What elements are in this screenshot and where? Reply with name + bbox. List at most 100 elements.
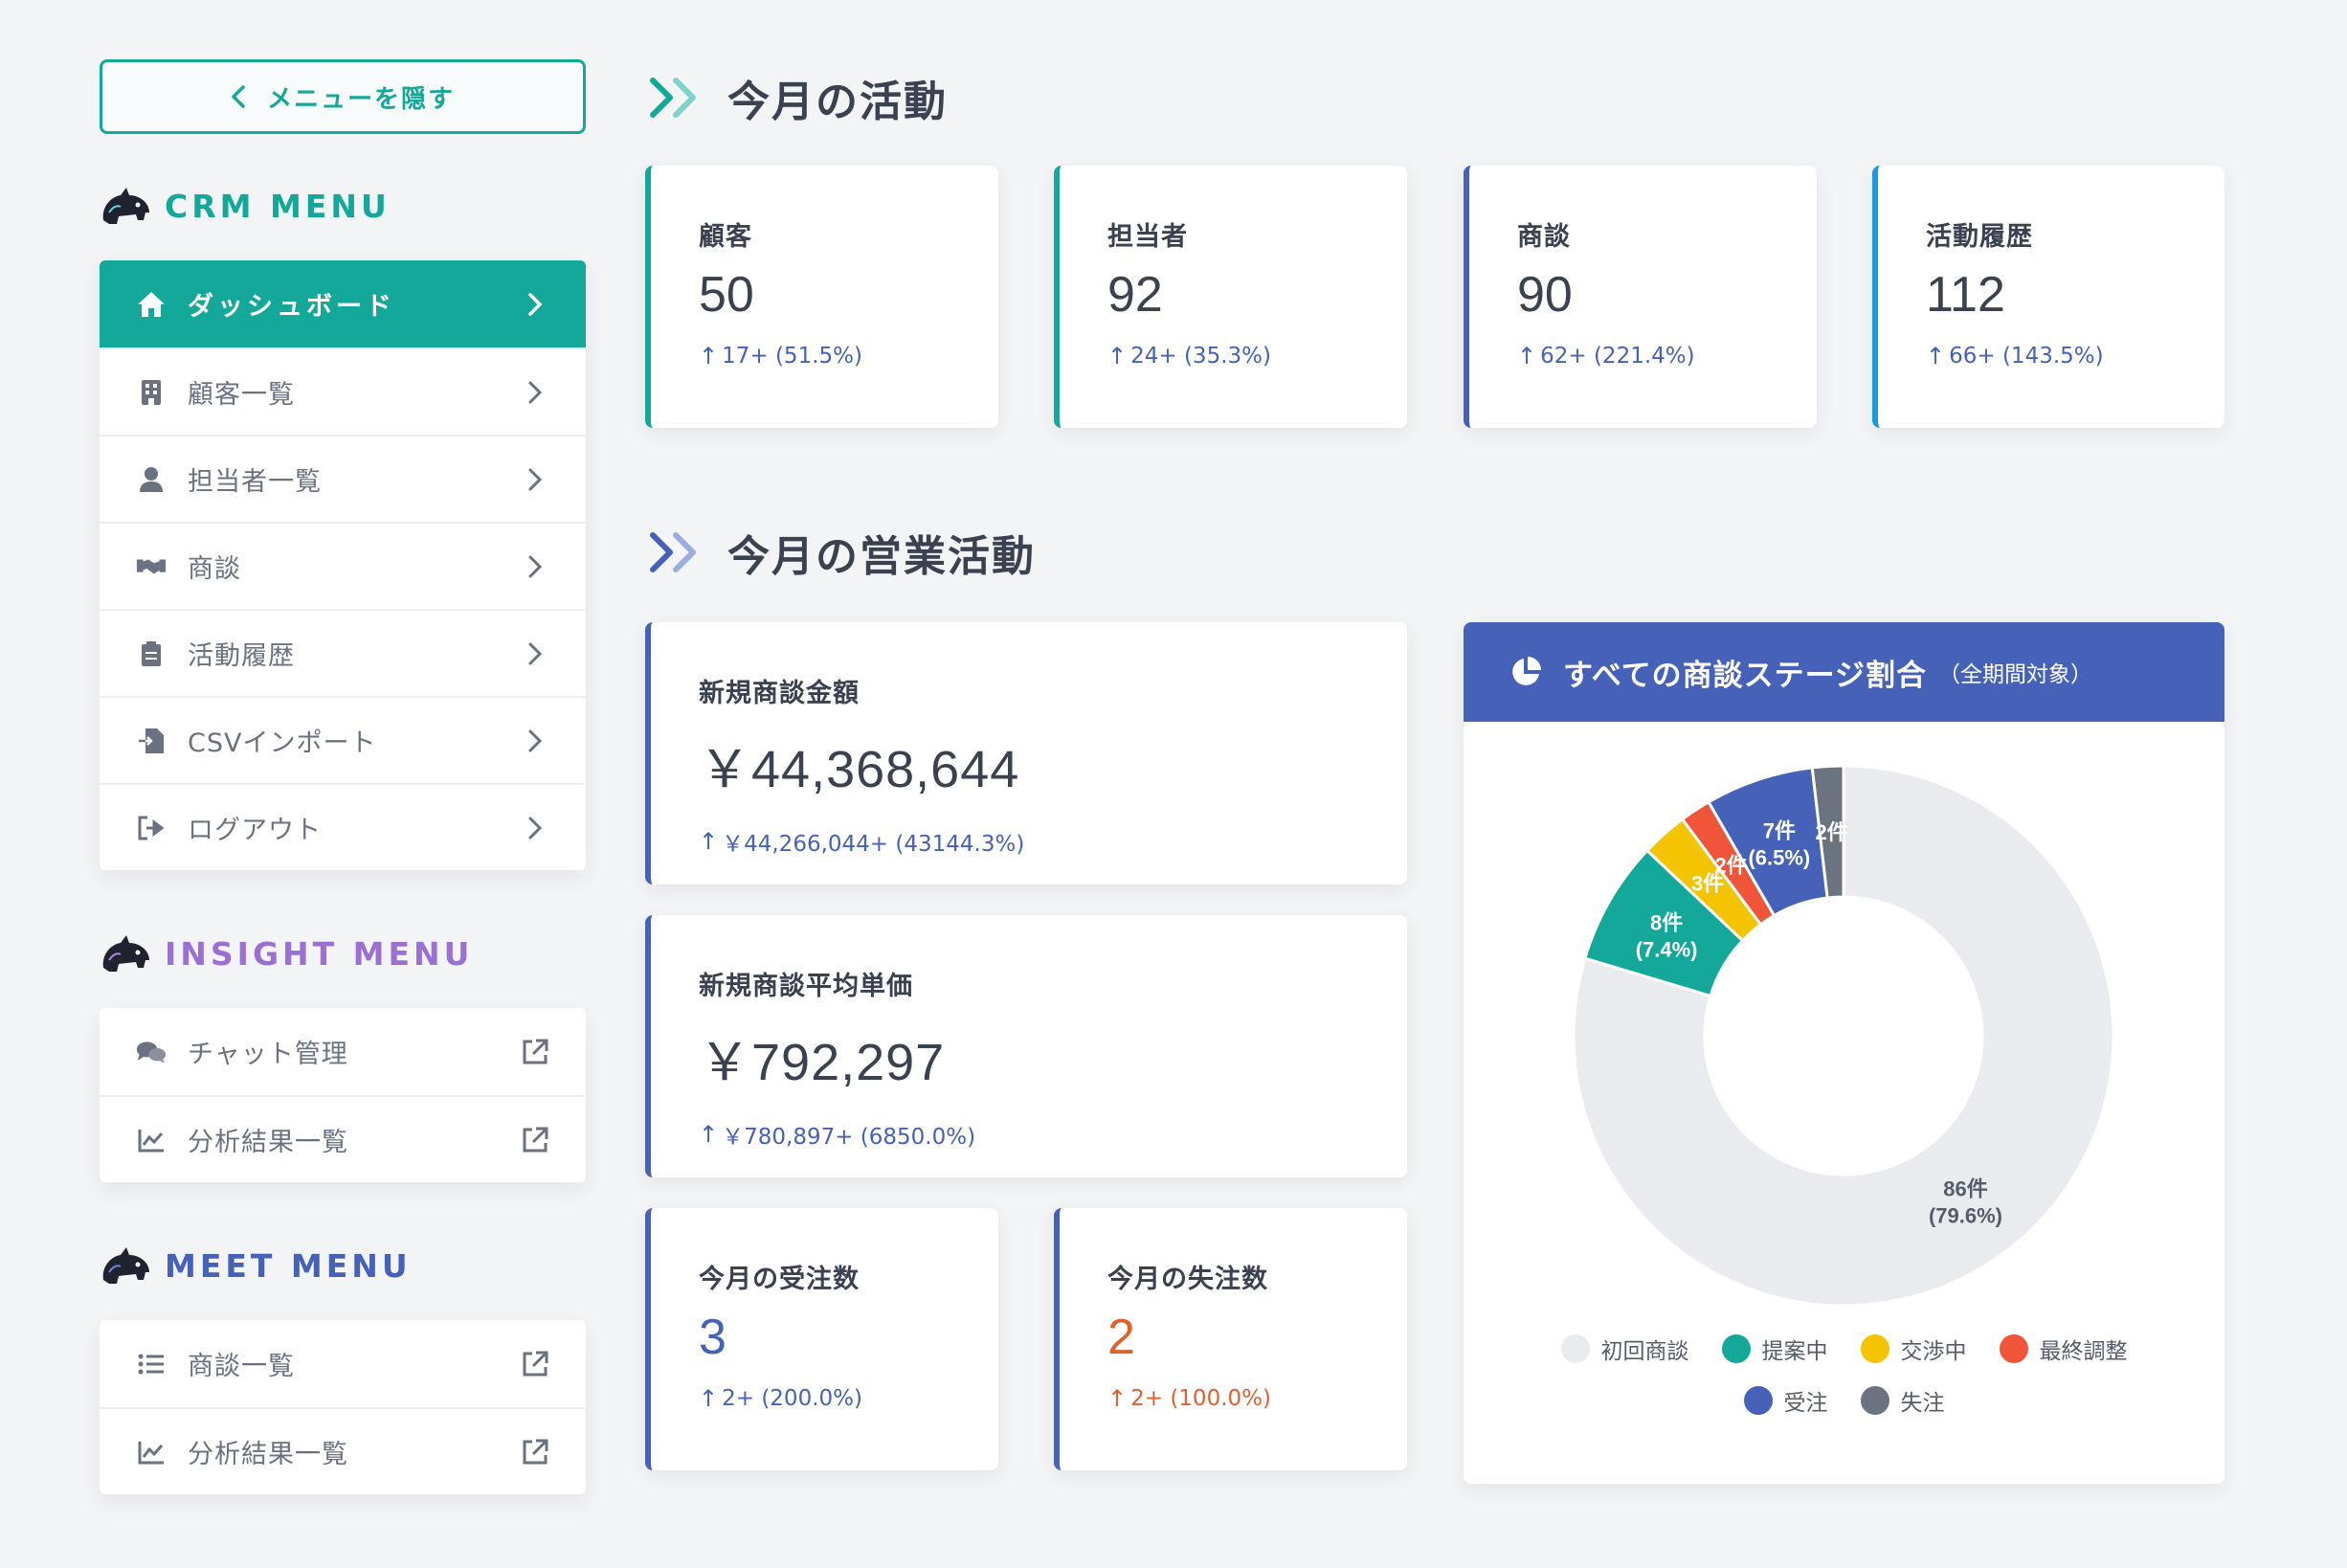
sidebar-item-label: 活動履歴 <box>188 641 295 671</box>
stat-card-deals: 商談 90 ↑ 62+ (221.4%) <box>1464 166 1817 428</box>
meet-menu-heading: MEET MENU <box>100 1243 586 1288</box>
slice-label-3: 2件 <box>1715 854 1748 878</box>
legend-label: 初回商談 <box>1600 1339 1689 1364</box>
sidebar-item-customers[interactable]: 顧客一覧 <box>100 347 586 435</box>
arrow-up-icon: ↑ <box>1926 343 1946 370</box>
arrow-up-icon: ↑ <box>1107 1385 1128 1412</box>
legend-item[interactable]: 受注 <box>1743 1384 1828 1417</box>
external-link-icon <box>521 1438 549 1467</box>
stat-delta-text: 2+ (200.0%) <box>722 1386 862 1411</box>
chevron-right-icon <box>521 814 549 842</box>
legend-swatch <box>1860 1386 1889 1415</box>
arrow-up-icon: ↑ <box>1107 343 1128 370</box>
sidebar: メニューを隠す CRM MENU ダッシュボード 顧客一覧 担当者一覧 商談 活… <box>100 59 586 1494</box>
chevron-right-icon <box>521 465 549 494</box>
legend-item[interactable]: 初回商談 <box>1560 1333 1689 1365</box>
external-link-icon <box>521 1350 549 1378</box>
stat-value: 3 <box>699 1310 726 1365</box>
stat-value: ￥792,297 <box>699 1034 946 1091</box>
stat-card-new-deal-amount: 新規商談金額 ￥44,368,644 ↑ ￥44,266,044+ (43144.… <box>645 622 1407 885</box>
chevron-right-icon <box>521 552 549 581</box>
legend-item[interactable]: 失注 <box>1860 1384 1945 1417</box>
stat-label: 担当者 <box>1107 222 1188 252</box>
legend-swatch <box>1860 1334 1889 1363</box>
chat-icon <box>136 1037 167 1067</box>
stat-delta: ↑ 66+ (143.5%) <box>1926 343 2224 370</box>
sidebar-item-deals[interactable]: 商談 <box>100 522 586 609</box>
legend-swatch <box>1721 1334 1751 1363</box>
legend-label: 最終調整 <box>2039 1339 2128 1364</box>
chart-title: すべての商談ステージ割合 <box>1563 658 1927 693</box>
stat-delta-text: 66+ (143.5%) <box>1949 344 2104 369</box>
stat-delta: ↑ 62+ (221.4%) <box>1517 343 1817 370</box>
sidebar-item-activity-history[interactable]: 活動履歴 <box>100 609 586 696</box>
meet-menu-heading-text: MEET MENU <box>165 1246 412 1285</box>
building-icon <box>136 377 167 408</box>
stat-value: ￥44,368,644 <box>699 741 1020 798</box>
meet-menu: 商談一覧 分析結果一覧 <box>100 1320 586 1494</box>
chart-subtitle: （全期間対象） <box>1937 662 2092 687</box>
stat-delta-text: ￥44,266,044+ (43144.3%) <box>722 832 1025 857</box>
arrow-up-icon: ↑ <box>699 1385 719 1412</box>
chevron-right-icon <box>521 727 549 755</box>
stat-delta-text: 2+ (100.0%) <box>1130 1386 1271 1411</box>
crm-menu-heading: CRM MENU <box>100 184 586 228</box>
line-chart-icon <box>136 1125 167 1155</box>
legend-swatch <box>1999 1334 2028 1363</box>
insight-menu-heading: INSIGHT MENU <box>100 931 586 975</box>
sidebar-item-label: 顧客一覧 <box>188 380 295 410</box>
sidebar-item-label: 商談 <box>188 554 241 584</box>
stat-delta: ↑ ￥780,897+ (6850.0%) <box>699 1118 1407 1151</box>
stat-label: 今月の受注数 <box>699 1265 860 1294</box>
stat-card-lost-count: 今月の失注数 2 ↑ 2+ (100.0%) <box>1054 1208 1407 1470</box>
double-chevron-icon <box>650 532 696 572</box>
hide-menu-label: メニューを隠す <box>266 84 455 114</box>
sidebar-item-csv-import[interactable]: CSVインポート <box>100 696 586 783</box>
slice-percent-0: (79.6%) <box>1929 1203 2002 1227</box>
stat-label: 今月の失注数 <box>1107 1265 1268 1294</box>
stat-card-avg-unit-price: 新規商談平均単価 ￥792,297 ↑ ￥780,897+ (6850.0%) <box>645 915 1407 1177</box>
chart-header: すべての商談ステージ割合 （全期間対象） <box>1464 622 2224 722</box>
stat-value: 2 <box>1107 1310 1135 1365</box>
deal-stage-chart-card: すべての商談ステージ割合 （全期間対象） 86件 (79.6%) 8件 (7.4%) 3… <box>1464 622 2224 1484</box>
sidebar-item-deal-list[interactable]: 商談一覧 <box>100 1320 586 1407</box>
hide-menu-button[interactable]: メニューを隠す <box>100 59 586 134</box>
sidebar-item-label: CSVインポート <box>188 728 377 758</box>
stat-card-won-count: 今月の受注数 3 ↑ 2+ (200.0%) <box>645 1208 998 1470</box>
stat-label: 新規商談平均単価 <box>699 972 913 1001</box>
external-link-icon <box>521 1126 549 1154</box>
stat-delta-text: 62+ (221.4%) <box>1540 344 1695 369</box>
sidebar-item-logout[interactable]: ログアウト <box>100 783 586 870</box>
sales-section-title: 今月の営業活動 <box>647 522 1036 583</box>
sidebar-item-label: 分析結果一覧 <box>188 1440 348 1469</box>
legend-label: 受注 <box>1783 1391 1828 1416</box>
legend-item[interactable]: 提案中 <box>1721 1333 1828 1365</box>
list-icon <box>136 1349 167 1379</box>
sidebar-item-chat-management[interactable]: チャット管理 <box>100 1008 586 1095</box>
user-icon <box>136 464 167 495</box>
sidebar-item-meet-analysis-results[interactable]: 分析結果一覧 <box>100 1407 586 1494</box>
chevron-right-icon <box>521 639 549 668</box>
sidebar-item-staff[interactable]: 担当者一覧 <box>100 435 586 522</box>
legend-item[interactable]: 最終調整 <box>1999 1333 2128 1365</box>
stat-delta-text: 17+ (51.5%) <box>722 344 862 369</box>
stat-value: 90 <box>1517 267 1573 323</box>
pie-chart-icon <box>1512 657 1541 685</box>
external-link-icon <box>521 1038 549 1066</box>
chevron-right-icon <box>521 378 549 407</box>
sidebar-item-label: チャット管理 <box>188 1040 348 1069</box>
activity-section-title: 今月の活動 <box>647 67 948 128</box>
donut-chart: 86件(79.6%)8件(7.4%)3件2件7件(6.5%)2件 <box>1572 764 2115 1308</box>
stat-card-customers: 顧客 50 ↑ 17+ (51.5%) <box>645 166 998 428</box>
sidebar-item-dashboard[interactable]: ダッシュボード <box>100 260 586 347</box>
file-import-icon <box>136 726 167 756</box>
stat-delta-text: 24+ (35.3%) <box>1130 344 1271 369</box>
stat-label: 商談 <box>1517 222 1571 252</box>
stat-delta: ↑ 2+ (200.0%) <box>699 1385 998 1412</box>
legend-item[interactable]: 交渉中 <box>1860 1333 1967 1365</box>
stat-label: 活動履歴 <box>1926 222 2033 252</box>
crm-menu-heading-text: CRM MENU <box>165 187 391 225</box>
sidebar-item-analysis-results[interactable]: 分析結果一覧 <box>100 1095 586 1182</box>
stat-card-staff: 担当者 92 ↑ 24+ (35.3%) <box>1054 166 1407 428</box>
sidebar-item-label: 分析結果一覧 <box>188 1128 348 1157</box>
